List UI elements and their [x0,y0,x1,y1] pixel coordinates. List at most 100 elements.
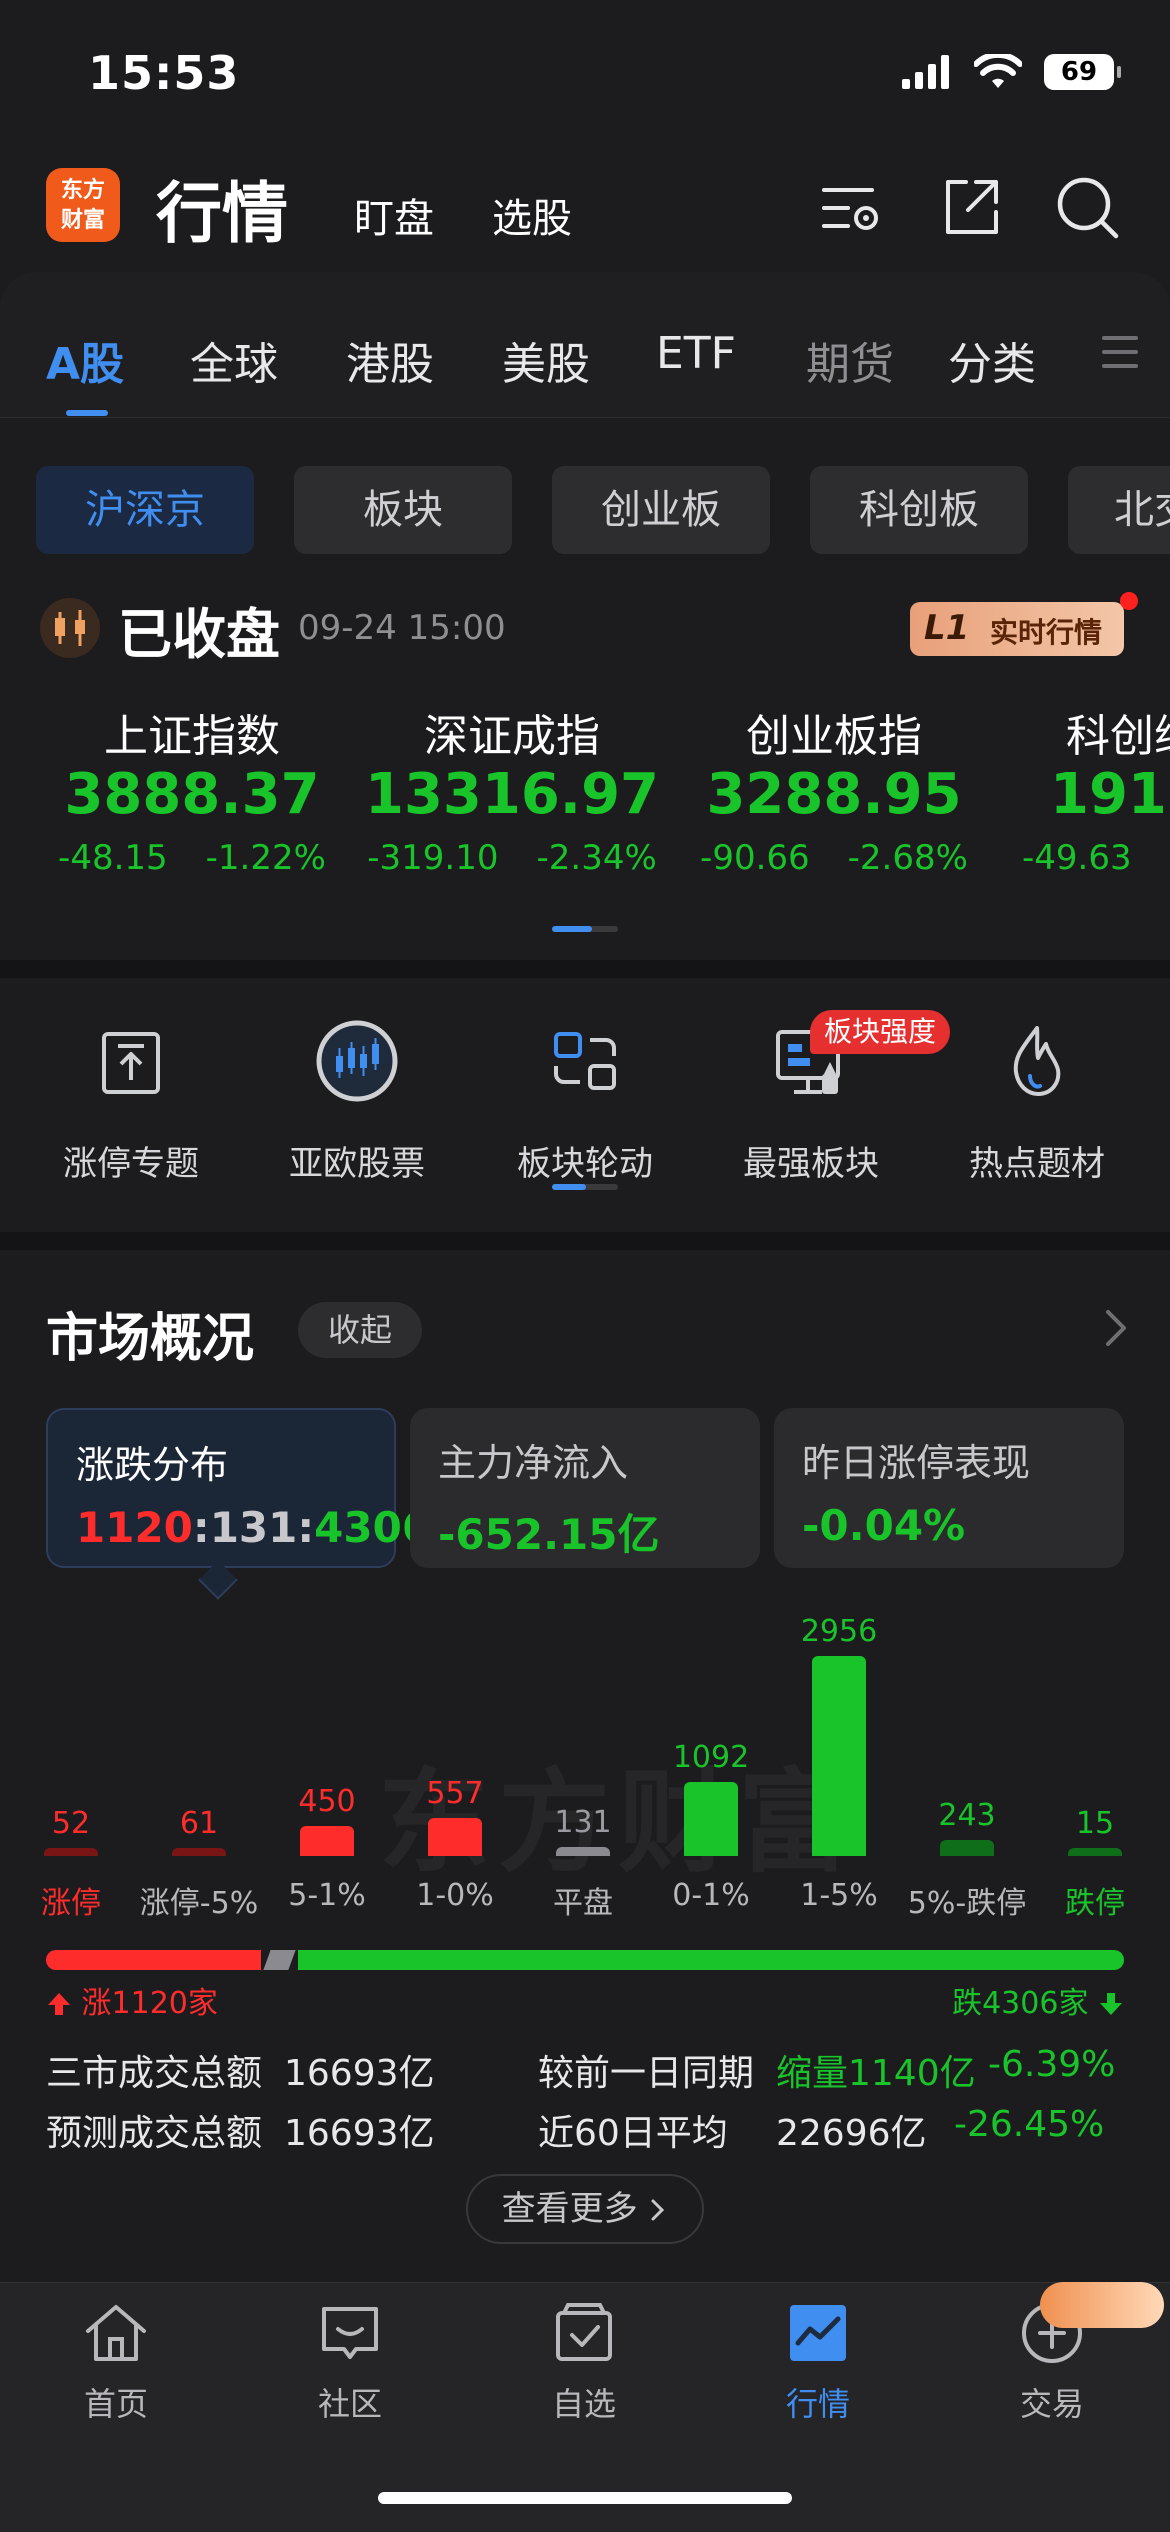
signal-icon [902,55,949,89]
ratio-labels: 涨1120家 跌4306家 [46,1978,1124,2024]
market-tabs: A股 全球 港股 美股 ETF 期货 分类 [0,272,1170,418]
bar-category-label: 0-1% [672,1878,750,1913]
bar-value-label: 2956 [800,1614,878,1649]
tab-label: 交易 [1019,2385,1084,2423]
segment-control: 沪深京 板块 创业板 科创板 北交所 [0,466,1170,554]
bar-value-label: 557 [426,1776,484,1811]
tab-us[interactable]: 美股 [502,328,590,392]
search-icon[interactable] [1052,172,1122,242]
shortcut-hot-topics[interactable]: 热点题材 [924,1018,1150,1185]
logo-line-2: 财富 [60,208,105,233]
ratio-segment-up [46,1950,261,1970]
bar-category-label: 5%-跌停 [907,1886,1027,1921]
index-name: 科创综指 [1066,711,1170,762]
segment-star-market[interactable]: 科创板 [810,466,1028,554]
subnav-screener[interactable]: 选股 [492,186,572,244]
advance-total-label: 涨1120家 [81,1986,218,2021]
shortcut-sector-rotation[interactable]: 板块轮动 [472,1018,698,1185]
segment-shanghai-shenzhen-beijing[interactable]: 沪深京 [36,466,254,554]
card-main-net-inflow[interactable]: 主力净流入 -652.15亿 [410,1408,760,1568]
separator: : [192,1503,210,1552]
candlestick-globe-icon [316,1020,398,1102]
bar-category-label: 涨停 [41,1886,101,1921]
index-card-chinext[interactable]: 创业板指 3288.95 -90.66 -2.68% [674,700,994,878]
l1-label: L1 [924,608,970,648]
tab-home[interactable]: 首页 [36,2299,196,2425]
tab-etf[interactable]: ETF [656,328,736,379]
list-settings-icon[interactable] [816,172,886,242]
advance-decline-counts: 1120:131:4306 [76,1503,431,1552]
status-icons: 69 [902,54,1121,90]
tab-category[interactable]: 分类 [948,328,1036,392]
bar-value-label: 15 [1075,1806,1115,1841]
compare-value: 缩量1140亿 [776,2053,976,2094]
index-card-star[interactable]: 科创综指 1918 -49.63 [1008,700,1170,878]
bar-4 [556,1847,610,1856]
bar-6 [812,1656,866,1856]
index-change: -319.10 [367,838,499,878]
bar-2 [300,1826,354,1856]
bar-category-label: 平盘 [553,1886,613,1921]
index-card-shanghai[interactable]: 上证指数 3888.37 -48.15 -1.22% [32,700,352,878]
index-change: -48.15 [58,838,168,878]
shortcut-limit-up[interactable]: 涨停专题 [18,1018,244,1185]
tab-watchlist[interactable]: 自选 [504,2299,664,2425]
card-yesterday-limit-up[interactable]: 昨日涨停表现 -0.04% [774,1408,1124,1568]
tab-market[interactable]: 行情 [738,2299,898,2425]
app-logo[interactable]: 东方 财富 [46,168,120,242]
session-status: 已收盘 [118,603,280,666]
watchlist-icon [556,2303,612,2361]
view-more-label: 查看更多 [501,2189,638,2229]
share-icon[interactable] [936,172,1006,242]
index-name: 深证成指 [424,711,600,762]
segment-sectors[interactable]: 板块 [294,466,512,554]
view-more-button[interactable]: 查看更多 [466,2174,704,2244]
home-icon [86,2305,146,2361]
session-time: 09-24 15:00 [298,608,506,648]
segment-chinext[interactable]: 创业板 [552,466,770,554]
tab-community[interactable]: 社区 [270,2299,430,2425]
shortcut-grid: 涨停专题 亚欧股票 板块轮动 最强板块 热点题材 板块强度 [0,978,1170,1228]
bar-value-label: 1092 [672,1740,750,1775]
index-change: -90.66 [700,838,810,878]
decline-total: 跌4306家 [952,1978,1124,2022]
collapse-button[interactable]: 收起 [298,1302,422,1358]
bar-1 [172,1848,226,1856]
subnav-watch[interactable]: 盯盘 [354,186,434,244]
card-advance-decline[interactable]: 涨跌分布 1120:131:4306 [46,1408,431,1568]
bar-7 [940,1840,994,1856]
index-change-pct: -1.22% [205,838,326,878]
index-card-shenzhen[interactable]: 深证成指 13316.97 -319.10 -2.34% [352,700,672,878]
bar-3 [428,1818,482,1856]
bar-category-label: 涨停-5% [139,1886,259,1921]
separator: : [297,1503,315,1552]
chevron-right-icon[interactable] [1096,1306,1136,1350]
realtime-quote-badge[interactable]: L1 实时行情 [910,602,1124,656]
wifi-icon [974,54,1022,88]
turnover-label: 三市成交总额 [46,2053,263,2094]
floating-promo-pill[interactable] [1040,2282,1164,2328]
tab-a-shares[interactable]: A股 [46,328,124,392]
section-divider [0,1232,1170,1250]
decline-total-label: 跌4306家 [952,1986,1089,2021]
compare-label: 较前一日同期 [538,2053,755,2094]
card-value: -0.04% [802,1501,966,1550]
shortcut-scroll-indicator [552,1184,618,1190]
shortcut-label: 涨停专题 [63,1144,199,1184]
index-value: 3888.37 [64,762,320,827]
distribution-chart: 52 涨停 61 涨停-5% 450 5-1% 557 1-0% 131 平盘 1092 0-1% 29… [0,1600,1170,1930]
flame-icon [1013,1026,1061,1096]
realtime-label: 实时行情 [990,616,1103,649]
index-quotes: 上证指数 3888.37 -48.15 -1.22% 深证成指 13316.97 … [0,700,1170,900]
tab-hk[interactable]: 港股 [346,328,434,392]
tab-global[interactable]: 全球 [190,328,278,392]
bar-value-label: 52 [51,1806,91,1841]
compare-pct: -6.39% [988,2044,1116,2085]
shortcut-eurasia-stocks[interactable]: 亚欧股票 [244,1018,470,1185]
menu-icon[interactable] [1100,334,1140,370]
compare-pct: -26.45% [954,2104,1105,2145]
advance-count: 1120 [76,1503,193,1552]
ratio-segment-down [297,1950,1124,1970]
segment-beijing[interactable]: 北交所 [1068,466,1170,554]
tab-futures[interactable]: 期货 [806,328,894,392]
